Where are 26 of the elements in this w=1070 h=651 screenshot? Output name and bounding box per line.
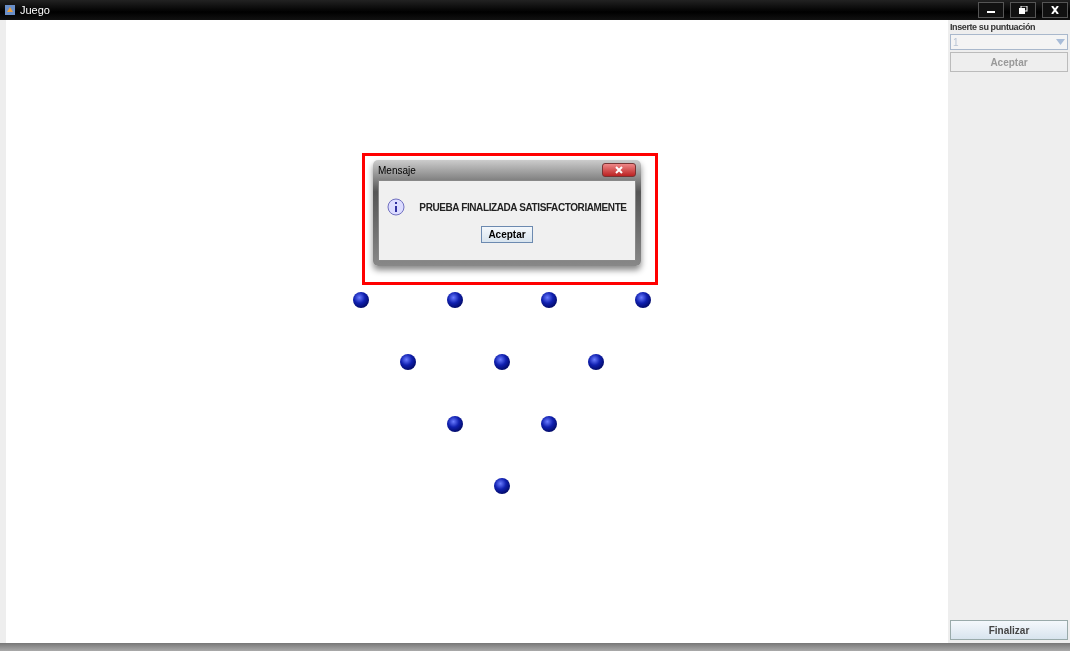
- app-icon: [4, 4, 16, 16]
- pin: [541, 416, 557, 432]
- caret-icon: [1056, 39, 1065, 45]
- dialog-message: PRUEBA FINALIZADA SATISFACTORIAMENTE: [419, 201, 627, 213]
- pin: [447, 416, 463, 432]
- pin: [541, 292, 557, 308]
- restore-icon: [1018, 6, 1028, 14]
- pin: [588, 354, 604, 370]
- dialog-title: Mensaje: [378, 164, 416, 176]
- close-icon: [1050, 6, 1060, 14]
- pin: [400, 354, 416, 370]
- pin: [494, 478, 510, 494]
- pin: [353, 292, 369, 308]
- info-icon: [387, 198, 406, 216]
- close-button[interactable]: [1042, 2, 1068, 18]
- pin: [447, 292, 463, 308]
- finish-button[interactable]: Finalizar: [950, 620, 1068, 640]
- close-button[interactable]: [602, 163, 636, 177]
- maximize-button[interactable]: [1010, 2, 1036, 18]
- pin: [635, 292, 651, 308]
- close-icon: [615, 166, 623, 174]
- score-label: Inserte su puntuación: [950, 22, 1037, 32]
- pin: [494, 354, 510, 370]
- minimize-button[interactable]: [978, 2, 1004, 18]
- accept-button[interactable]: Aceptar: [481, 226, 533, 243]
- window-title: Juego: [20, 4, 50, 16]
